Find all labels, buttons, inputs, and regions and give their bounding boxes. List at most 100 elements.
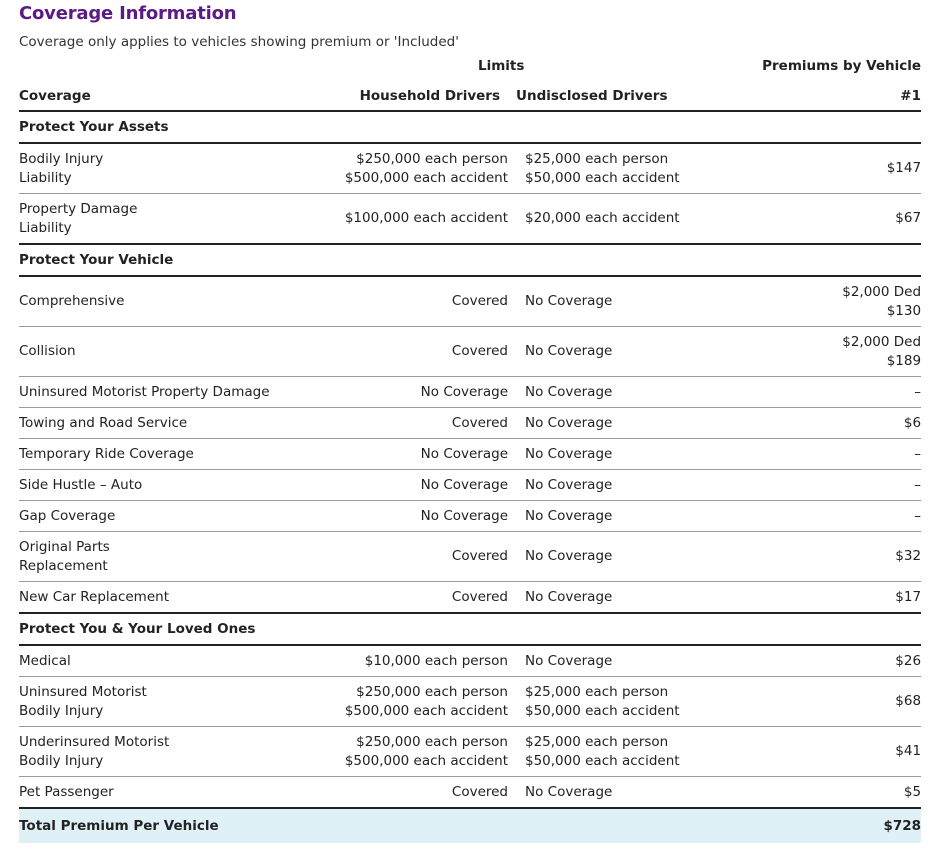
household-limit-line: Covered xyxy=(451,414,508,431)
coverage-name: Comprehensive xyxy=(19,275,301,327)
vehicle-premium-line: $67 xyxy=(895,210,922,226)
coverage-name-line: Original Parts xyxy=(19,538,110,555)
household-limit: No Coverage xyxy=(301,376,515,408)
table-row: Collision Covered No Coverage $2,000 Ded $18… xyxy=(19,326,922,377)
undisclosed-limit-line: $50,000 each accident xyxy=(525,702,680,719)
household-limit: Covered xyxy=(301,326,515,377)
coverage-name: Bodily Injury Liability xyxy=(19,142,301,194)
undisclosed-limit-line: No Coverage xyxy=(525,293,613,309)
household-limit-line: $100,000 each accident xyxy=(344,210,508,226)
undisclosed-limit-line: No Coverage xyxy=(525,588,613,605)
household-limit: $250,000 each person $500,000 each accide… xyxy=(301,726,515,777)
undisclosed-limit-line: $25,000 each person xyxy=(525,150,669,167)
household-limit-line: $250,000 each person xyxy=(356,150,508,167)
vehicle-premium: $2,000 Ded $189 xyxy=(715,326,922,377)
household-limit-line: $500,000 each accident xyxy=(344,702,508,719)
undisclosed-limit: $25,000 each person $50,000 each accident xyxy=(515,142,715,194)
section-header: Protect Your Vehicle xyxy=(19,243,922,276)
table-row: New Car Replacement Covered No Coverage $17 xyxy=(19,581,922,613)
coverage-name-line: New Car Replacement xyxy=(19,588,169,605)
coverage-name-line: Towing and Road Service xyxy=(19,414,188,431)
vehicle-premium-line: $26 xyxy=(895,652,922,669)
household-limit-line: $500,000 each accident xyxy=(344,169,508,186)
vehicle-premium: – xyxy=(715,376,922,408)
vehicle-premium: – xyxy=(715,469,922,501)
coverage-name: Towing and Road Service xyxy=(19,407,301,439)
vehicle-premium-line: $68 xyxy=(895,693,922,709)
table-row: Side Hustle – Auto No Coverage No Coverage… xyxy=(19,469,922,501)
vehicle-premium-line: – xyxy=(914,507,922,524)
household-limit-line: $10,000 each person xyxy=(364,652,508,669)
section-header: Protect You & Your Loved Ones xyxy=(19,612,922,645)
vehicle-premium: $26 xyxy=(715,644,922,677)
vehicle-premium-line: $5 xyxy=(903,783,922,800)
table-row: Towing and Road Service Covered No Coverag… xyxy=(19,407,922,439)
header-vehicle-number: #1 xyxy=(900,88,921,104)
household-limit-line: No Coverage xyxy=(420,476,508,493)
household-limit-line: No Coverage xyxy=(420,445,508,462)
coverage-name: New Car Replacement xyxy=(19,581,301,613)
coverage-table: Protect Your Assets Bodily Injury Liabilit… xyxy=(19,110,922,843)
undisclosed-limit-line: No Coverage xyxy=(525,476,613,493)
header-coverage: Coverage xyxy=(19,88,91,104)
vehicle-premium: – xyxy=(715,438,922,470)
vehicle-premium-line: – xyxy=(914,445,922,462)
coverage-name: Gap Coverage xyxy=(19,500,301,532)
table-row: Uninsured Motorist Property Damage No Cov… xyxy=(19,376,922,408)
coverage-name: Original Parts Replacement xyxy=(19,531,301,582)
vehicle-premium: $67 xyxy=(715,193,922,244)
coverage-name-line: Property Damage xyxy=(19,200,138,217)
vehicle-premium: $32 xyxy=(715,531,922,582)
household-limit-line: Covered xyxy=(451,293,508,309)
coverage-table-body: Protect Your Assets Bodily Injury Liabilit… xyxy=(19,110,922,843)
table-row: Original Parts Replacement Covered No Cover… xyxy=(19,531,922,582)
coverage-name-line: Temporary Ride Coverage xyxy=(19,445,194,462)
section-title: Protect You & Your Loved Ones xyxy=(19,612,922,645)
undisclosed-limit-line: No Coverage xyxy=(525,414,613,431)
undisclosed-limit: $20,000 each accident xyxy=(515,193,715,244)
household-limit: Covered xyxy=(301,776,515,808)
undisclosed-limit: No Coverage xyxy=(515,644,715,677)
household-limit-line: $250,000 each person xyxy=(356,683,508,700)
table-row: Gap Coverage No Coverage No Coverage – xyxy=(19,500,922,532)
coverage-name-line: Pet Passenger xyxy=(19,783,114,800)
coverage-information-panel: Coverage Information Coverage only appli… xyxy=(0,0,945,863)
coverage-name: Temporary Ride Coverage xyxy=(19,438,301,470)
vehicle-premium: $6 xyxy=(715,407,922,439)
undisclosed-limit-line: No Coverage xyxy=(525,652,613,669)
household-limit: Covered xyxy=(301,531,515,582)
coverage-name-line: Bodily Injury xyxy=(19,702,104,719)
undisclosed-limit-line: No Coverage xyxy=(525,383,613,400)
household-limit: Covered xyxy=(301,275,515,327)
total-row: Total Premium Per Vehicle $728 xyxy=(19,807,922,843)
vehicle-premium: $2,000 Ded $130 xyxy=(715,275,922,327)
household-limit-line: No Coverage xyxy=(420,383,508,400)
header-undisclosed-drivers: Undisclosed Drivers xyxy=(516,88,668,104)
table-row: Temporary Ride Coverage No Coverage No Cov… xyxy=(19,438,922,470)
table-row: Pet Passenger Covered No Coverage $5 xyxy=(19,776,922,808)
table-row: Medical $10,000 each person No Coverage $26 xyxy=(19,644,922,677)
coverage-name-line: Side Hustle – Auto xyxy=(19,476,143,493)
vehicle-premium-line: $2,000 Ded xyxy=(842,333,922,350)
undisclosed-limit: No Coverage xyxy=(515,326,715,377)
vehicle-premium-line: $17 xyxy=(895,588,922,605)
undisclosed-limit-line: No Coverage xyxy=(525,343,613,359)
coverage-name: Medical xyxy=(19,644,301,677)
vehicle-premium-line: $130 xyxy=(886,302,922,319)
table-row: Underinsured Motorist Bodily Injury $250,0… xyxy=(19,726,922,777)
vehicle-premium-line: – xyxy=(914,476,922,493)
coverage-name: Underinsured Motorist Bodily Injury xyxy=(19,726,301,777)
total-value: $728 xyxy=(715,807,922,843)
household-limit: No Coverage xyxy=(301,469,515,501)
vehicle-premium: $41 xyxy=(715,726,922,777)
coverage-name: Side Hustle – Auto xyxy=(19,469,301,501)
table-row: Comprehensive Covered No Coverage $2,000 De… xyxy=(19,275,922,327)
coverage-name: Property Damage Liability xyxy=(19,193,301,244)
coverage-name: Uninsured Motorist Bodily Injury xyxy=(19,676,301,727)
undisclosed-limit: No Coverage xyxy=(515,438,715,470)
coverage-name-line: Replacement xyxy=(19,557,108,574)
household-limit: $100,000 each accident xyxy=(301,193,515,244)
undisclosed-limit: No Coverage xyxy=(515,275,715,327)
undisclosed-limit: No Coverage xyxy=(515,500,715,532)
coverage-name: Pet Passenger xyxy=(19,776,301,808)
